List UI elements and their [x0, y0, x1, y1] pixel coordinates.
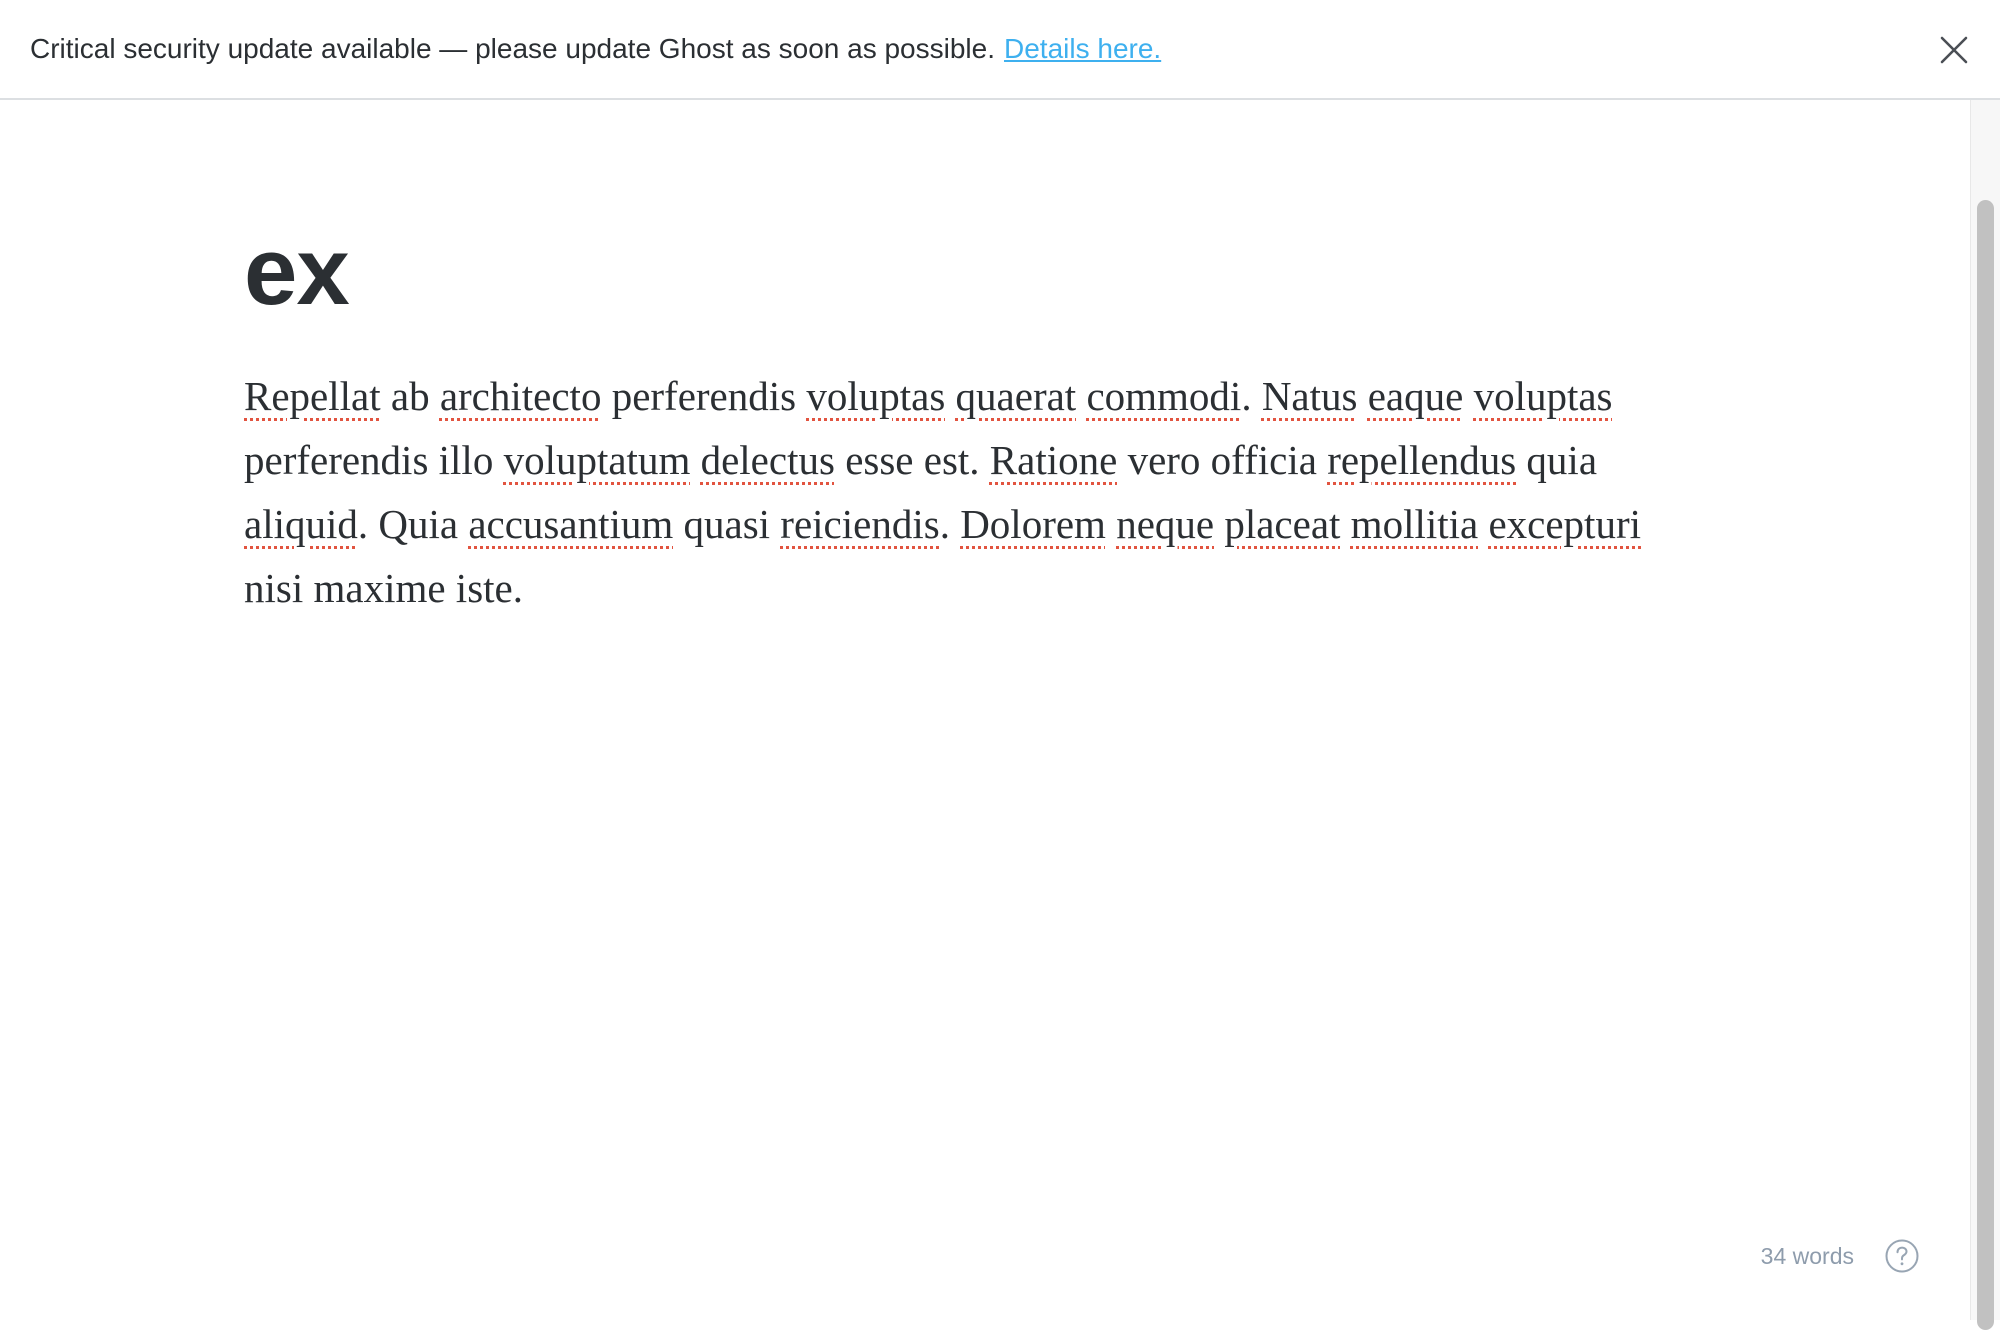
word-count: 34 words: [1760, 1242, 1854, 1269]
body-text: esse est.: [834, 437, 990, 483]
misspelled-word: repellendus: [1327, 437, 1517, 483]
body-text: vero officia: [1117, 437, 1328, 483]
editor-canvas[interactable]: ex Repellat ab architecto perferendis vo…: [0, 100, 1970, 1320]
misspelled-word: neque: [1116, 501, 1215, 547]
misspelled-word: aliquid: [244, 501, 358, 547]
body-text: [1214, 501, 1224, 547]
body-text: [945, 373, 955, 419]
misspelled-word: voluptas: [1473, 373, 1613, 419]
body-text: [1340, 501, 1350, 547]
misspelled-word: accusantium: [468, 501, 674, 547]
misspelled-word: Dolorem: [960, 501, 1106, 547]
body-text: . Quia: [357, 501, 469, 547]
post-title[interactable]: ex: [244, 224, 350, 320]
body-text: nisi maxime iste.: [244, 565, 523, 611]
misspelled-word: Ratione: [989, 437, 1118, 483]
editor-status-bar: 34 words: [1761, 1238, 1920, 1274]
question-circle-icon[interactable]: [1884, 1238, 1920, 1274]
body-text: ab: [380, 373, 440, 419]
misspelled-word: eaque: [1367, 373, 1464, 419]
body-text: [1463, 373, 1473, 419]
editor-scrollbar[interactable]: [1970, 100, 2000, 1330]
body-text: perferendis: [601, 373, 807, 419]
body-text: quasi: [673, 501, 781, 547]
misspelled-word: quaerat: [955, 373, 1077, 419]
misspelled-word: commodi: [1086, 373, 1242, 419]
body-text: perferendis illo: [244, 437, 504, 483]
misspelled-word: placeat: [1224, 501, 1341, 547]
banner-details-link[interactable]: Details here.: [1004, 33, 1161, 65]
scrollbar-thumb[interactable]: [1977, 200, 1994, 1330]
misspelled-word: excepturi: [1488, 501, 1641, 547]
body-text: [690, 437, 700, 483]
banner-message: Critical security update available — ple…: [30, 33, 995, 64]
post-body[interactable]: Repellat ab architecto perferendis volup…: [244, 364, 1644, 620]
misspelled-word: reiciendis: [780, 501, 940, 547]
body-text: .: [939, 501, 961, 547]
body-text: [1076, 373, 1086, 419]
misspelled-word: voluptas: [806, 373, 946, 419]
security-update-banner: Critical security update available — ple…: [0, 0, 2000, 100]
misspelled-word: mollitia: [1350, 501, 1479, 547]
body-text: quia: [1516, 437, 1598, 483]
body-text: [1478, 501, 1488, 547]
misspelled-word: Natus: [1261, 373, 1358, 419]
misspelled-word: delectus: [700, 437, 835, 483]
body-text: .: [1241, 373, 1262, 419]
misspelled-word: voluptatum: [503, 437, 691, 483]
misspelled-word: Repellat: [244, 373, 381, 419]
close-icon[interactable]: [1934, 30, 1974, 70]
body-text: [1106, 501, 1116, 547]
body-text: [1357, 373, 1367, 419]
misspelled-word: architecto: [439, 373, 602, 419]
